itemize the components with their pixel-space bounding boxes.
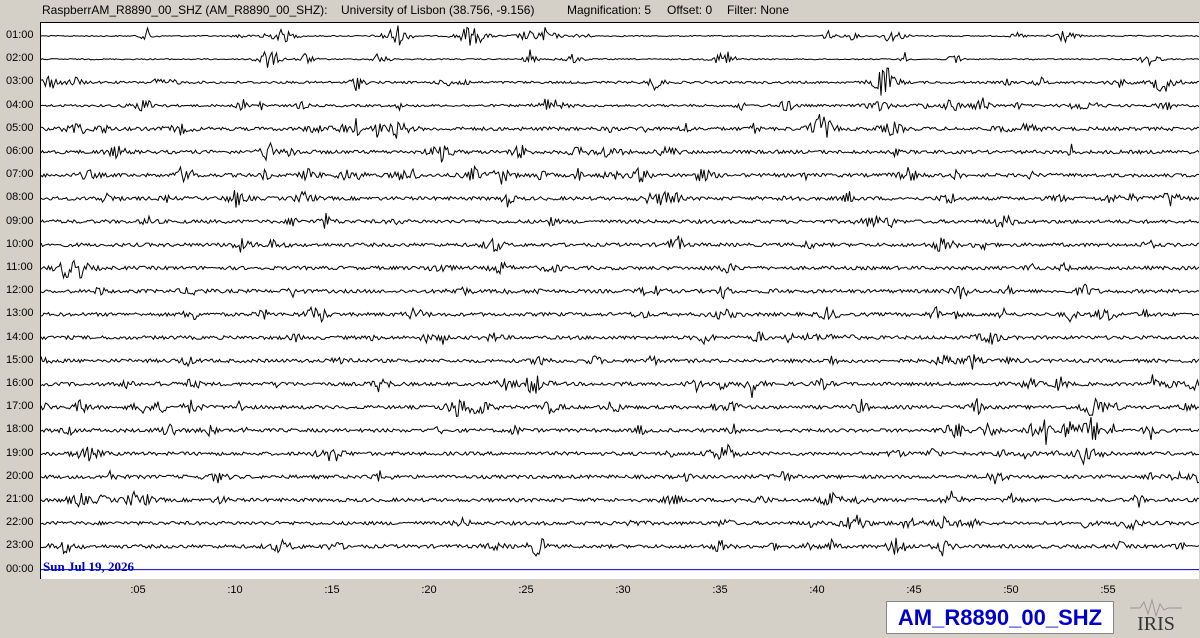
- hour-label: 07:00: [6, 168, 34, 181]
- magnification-text: Magnification: 5: [567, 3, 652, 17]
- minute-tick-label: :35: [712, 584, 728, 596]
- minute-tick-label: :05: [130, 584, 146, 596]
- hour-label: 08:00: [6, 191, 34, 204]
- seismic-trace: [41, 537, 1199, 557]
- seismic-trace: [41, 305, 1199, 324]
- seismic-trace: [41, 417, 1199, 445]
- logo-text: IRIS: [1137, 613, 1175, 635]
- minute-tick-label: :20: [421, 584, 437, 596]
- seismic-trace: [41, 49, 1199, 68]
- seismic-trace: [41, 331, 1199, 346]
- hour-label: 18:00: [6, 423, 34, 436]
- hour-label: 20:00: [6, 469, 34, 482]
- seismic-trace: [41, 354, 1199, 370]
- location-text: University of Lisbon (38.756, -9.156): [341, 3, 535, 17]
- hour-label: 02:00: [6, 52, 34, 65]
- hour-label: 05:00: [6, 121, 34, 134]
- hour-label: 13:00: [6, 307, 34, 320]
- seismic-trace: [41, 212, 1199, 229]
- offset-text: Offset: 0: [667, 3, 713, 17]
- seismic-trace: [41, 113, 1199, 139]
- seismic-trace: [41, 67, 1199, 96]
- seismic-trace: [41, 397, 1199, 417]
- header-bar: RaspberrAM_R8890_00_SHZ (AM_R8890_00_SHZ…: [0, 0, 1200, 22]
- hour-label: 14:00: [6, 330, 34, 343]
- hour-label: 09:00: [6, 214, 34, 227]
- hour-label: 19:00: [6, 446, 34, 459]
- seismic-trace: [41, 443, 1199, 466]
- seismic-trace: [41, 283, 1199, 300]
- minute-tick-label: :15: [324, 584, 340, 596]
- hour-label: 16:00: [6, 377, 34, 389]
- minute-tick-label: :50: [1003, 584, 1019, 596]
- hour-label: 01:00: [6, 29, 34, 41]
- hour-label: 15:00: [6, 353, 34, 366]
- minute-tick-label: :30: [615, 584, 631, 596]
- seismic-trace: [41, 25, 1199, 46]
- seismic-trace: [41, 190, 1199, 208]
- hour-label: 00:00: [6, 562, 34, 575]
- hour-label: 04:00: [6, 98, 34, 111]
- seismogram-traces: [41, 25, 1199, 571]
- station-badge: AM_R8890_00_SHZ: [886, 601, 1114, 634]
- minute-tick-label: :55: [1100, 584, 1116, 596]
- seismic-trace: [41, 259, 1199, 280]
- hour-label: 17:00: [6, 400, 34, 413]
- helicorder-plot: [40, 22, 1199, 579]
- seismic-trace: [41, 490, 1199, 508]
- hour-label: 21:00: [6, 493, 34, 505]
- seismic-trace: [41, 97, 1199, 112]
- hour-label: 23:00: [6, 539, 34, 552]
- minute-tick-label: :25: [518, 584, 534, 596]
- minute-tick-label: :40: [809, 584, 825, 596]
- seismic-trace: [41, 141, 1199, 163]
- hour-label: 03:00: [6, 75, 34, 88]
- hour-label: 06:00: [6, 145, 34, 157]
- seismic-trace: [41, 374, 1199, 398]
- seismic-trace: [41, 164, 1199, 185]
- seismic-trace: [41, 514, 1199, 532]
- iris-logo: IRIS: [1128, 596, 1184, 636]
- hour-label: 10:00: [6, 237, 34, 250]
- hour-label: 12:00: [6, 284, 34, 297]
- seismic-trace: [41, 469, 1199, 485]
- filter-text: Filter: None: [727, 3, 790, 17]
- minute-tick-label: :45: [906, 584, 922, 596]
- minute-tick-label: :10: [227, 584, 243, 596]
- seismic-trace: [41, 235, 1199, 253]
- hour-label: 11:00: [6, 261, 33, 273]
- hour-label: 22:00: [6, 516, 34, 529]
- date-label: Sun Jul 19, 2026: [43, 559, 135, 574]
- channel-title: RaspberrAM_R8890_00_SHZ (AM_R8890_00_SHZ…: [42, 3, 328, 17]
